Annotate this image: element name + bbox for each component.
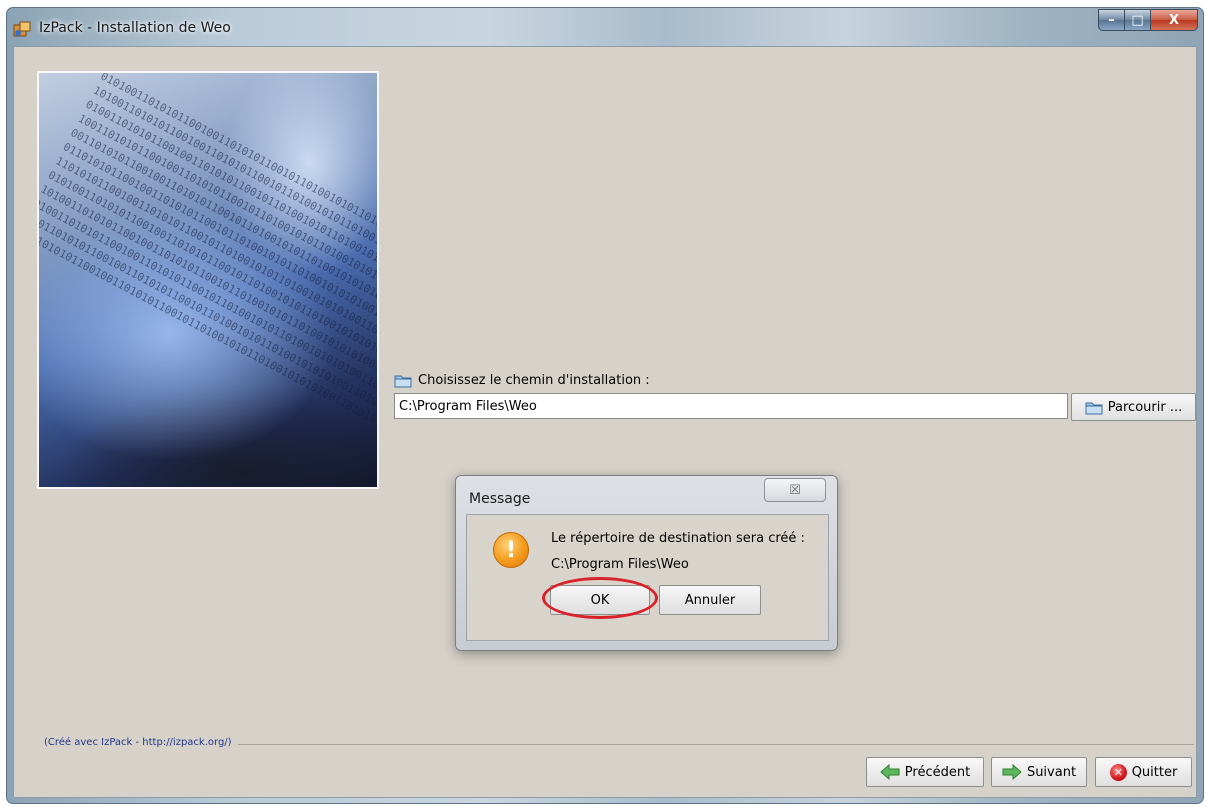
minimize-icon: –	[1108, 12, 1115, 28]
warning-icon: !	[493, 532, 529, 568]
browse-button[interactable]: Parcourir ...	[1071, 393, 1196, 421]
close-icon: X	[1168, 12, 1180, 28]
stop-icon: ✕	[1109, 763, 1127, 781]
dialog-close-button[interactable]: ☒	[764, 478, 826, 502]
folder-icon	[394, 375, 412, 388]
arrow-left-icon	[880, 764, 900, 780]
cancel-button[interactable]: Annuler	[659, 585, 761, 615]
maximize-icon: □	[1131, 12, 1144, 28]
folder-icon	[1085, 402, 1103, 414]
installer-window: IzPack - Installation de Weo – □ X 01010…	[6, 7, 1204, 804]
next-button-label: Suivant	[1026, 764, 1077, 780]
side-image: 0101001101010110010011010101100101101001…	[37, 71, 379, 489]
next-button[interactable]: Suivant	[991, 757, 1087, 787]
installer-panel: 0101001101010110010011010101100101101001…	[13, 46, 1197, 798]
close-icon: ☒	[789, 482, 801, 498]
title-bar[interactable]: IzPack - Installation de Weo – □ X	[7, 8, 1203, 46]
previous-button-label: Précédent	[904, 764, 971, 780]
dialog-body: ! Le répertoire de destination sera créé…	[466, 514, 829, 641]
arrow-right-icon	[1002, 764, 1022, 780]
maximize-button[interactable]: □	[1125, 9, 1151, 31]
previous-button[interactable]: Précédent	[866, 757, 984, 787]
cancel-button-label: Annuler	[684, 592, 736, 608]
ok-highlight-annotation	[542, 577, 658, 619]
message-dialog: Message ☒ ! Le répertoire de destination…	[455, 475, 838, 651]
izpack-credit: (Créé avec IzPack - http://izpack.org/)	[44, 737, 238, 748]
minimize-button[interactable]: –	[1098, 9, 1125, 31]
binary-data-ribbon-image: 0101001101010110010011010101100101101001…	[39, 73, 377, 487]
window-caption-buttons: – □ X	[1098, 9, 1198, 31]
quit-button[interactable]: ✕ Quitter	[1095, 757, 1192, 787]
izpack-app-icon	[13, 21, 31, 37]
dialog-message-path: C:\Program Files\Weo	[551, 557, 689, 572]
credit-row: (Créé avec IzPack - http://izpack.org/)	[44, 737, 1194, 751]
quit-button-label: Quitter	[1131, 764, 1178, 780]
install-path-input[interactable]	[394, 393, 1068, 419]
install-path-label-row: Choisissez le chemin d'installation :	[394, 373, 650, 388]
dialog-message: Le répertoire de destination sera créé :	[551, 531, 805, 546]
close-window-button[interactable]: X	[1151, 9, 1198, 31]
install-path-label: Choisissez le chemin d'installation :	[418, 373, 650, 388]
dialog-title: Message	[469, 491, 531, 507]
browse-button-label: Parcourir ...	[1107, 399, 1183, 415]
window-title: IzPack - Installation de Weo	[39, 20, 231, 36]
